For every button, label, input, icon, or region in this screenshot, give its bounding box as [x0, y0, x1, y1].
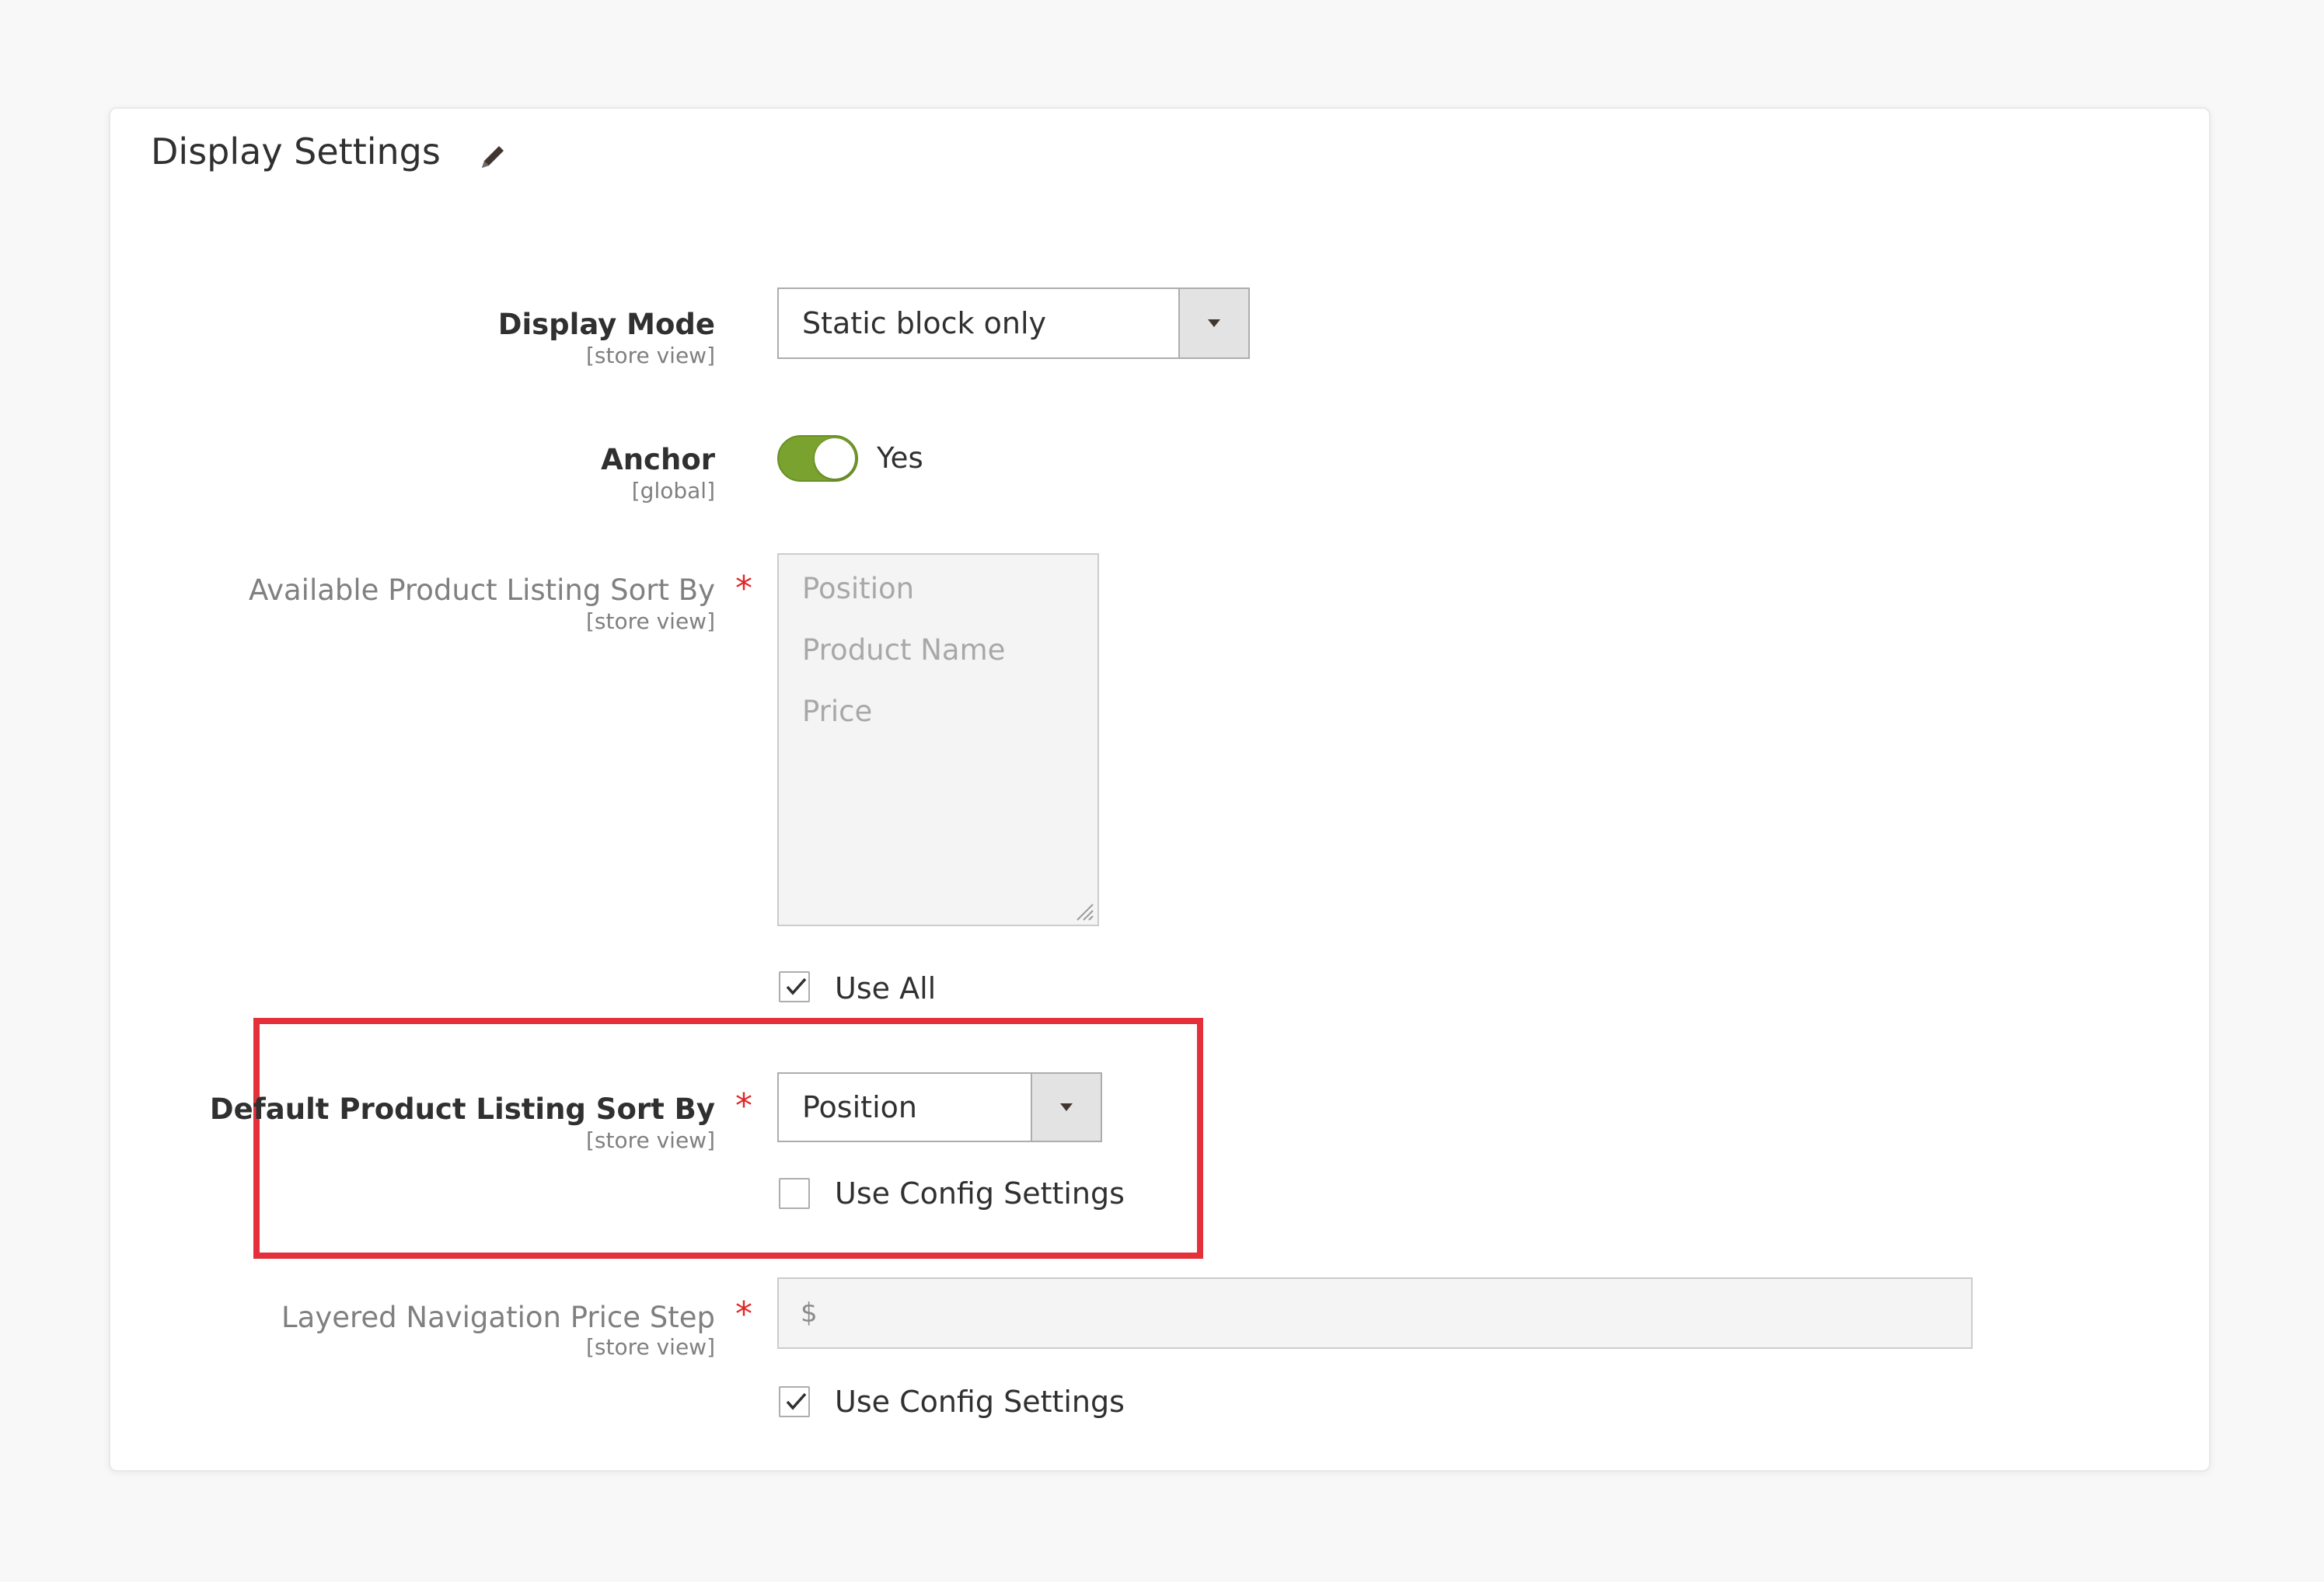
display-mode-select[interactable]: Static block only: [777, 287, 1250, 359]
default-sort-by-dropdown-button[interactable]: [1031, 1074, 1101, 1141]
default-sort-by-scope: [store view]: [585, 1127, 715, 1153]
use-all-checkbox[interactable]: [779, 971, 810, 1002]
checkmark-icon: [786, 1392, 807, 1410]
chevron-down-icon: [1208, 319, 1220, 327]
price-step-use-config-label[interactable]: Use Config Settings: [835, 1385, 1125, 1419]
price-step-scope: [store view]: [585, 1334, 715, 1360]
available-sort-by-scope: [store view]: [585, 608, 715, 634]
default-sort-by-select[interactable]: Position: [777, 1072, 1102, 1142]
required-asterisk: *: [735, 569, 752, 608]
anchor-toggle-text: Yes: [877, 441, 923, 475]
chevron-down-icon: [1060, 1103, 1073, 1111]
currency-prefix: $: [801, 1298, 818, 1329]
sort-option-product-name[interactable]: Product Name: [802, 633, 1005, 667]
price-step-use-config-checkbox[interactable]: [779, 1386, 810, 1417]
display-mode-label: Display Mode: [497, 308, 715, 341]
sort-option-position[interactable]: Position: [802, 572, 914, 605]
display-mode-scope: [store view]: [585, 343, 715, 368]
anchor-label: Anchor: [601, 443, 715, 476]
sort-option-price[interactable]: Price: [802, 695, 872, 728]
default-sort-use-config-checkbox[interactable]: [779, 1178, 810, 1209]
edit-pencil-icon[interactable]: [476, 138, 511, 174]
display-mode-dropdown-button[interactable]: [1178, 289, 1248, 357]
checkmark-icon: [786, 977, 807, 995]
required-asterisk: *: [735, 1086, 752, 1126]
available-sort-by-multiselect[interactable]: Position Product Name Price: [777, 553, 1099, 926]
price-step-label: Layered Navigation Price Step: [281, 1301, 715, 1334]
default-sort-use-config-label[interactable]: Use Config Settings: [835, 1176, 1125, 1211]
resize-handle-icon[interactable]: [1074, 901, 1094, 922]
default-sort-by-value: Position: [802, 1090, 917, 1124]
price-step-input[interactable]: $: [777, 1277, 1973, 1349]
required-asterisk: *: [735, 1295, 752, 1334]
default-sort-by-label: Default Product Listing Sort By: [209, 1092, 715, 1126]
anchor-scope: [global]: [631, 478, 715, 504]
available-sort-by-label: Available Product Listing Sort By: [248, 573, 715, 607]
use-all-label[interactable]: Use All: [835, 971, 936, 1005]
anchor-toggle[interactable]: [777, 435, 858, 482]
toggle-knob: [815, 438, 855, 479]
display-mode-value: Static block only: [802, 306, 1047, 340]
section-title: Display Settings: [151, 131, 441, 172]
